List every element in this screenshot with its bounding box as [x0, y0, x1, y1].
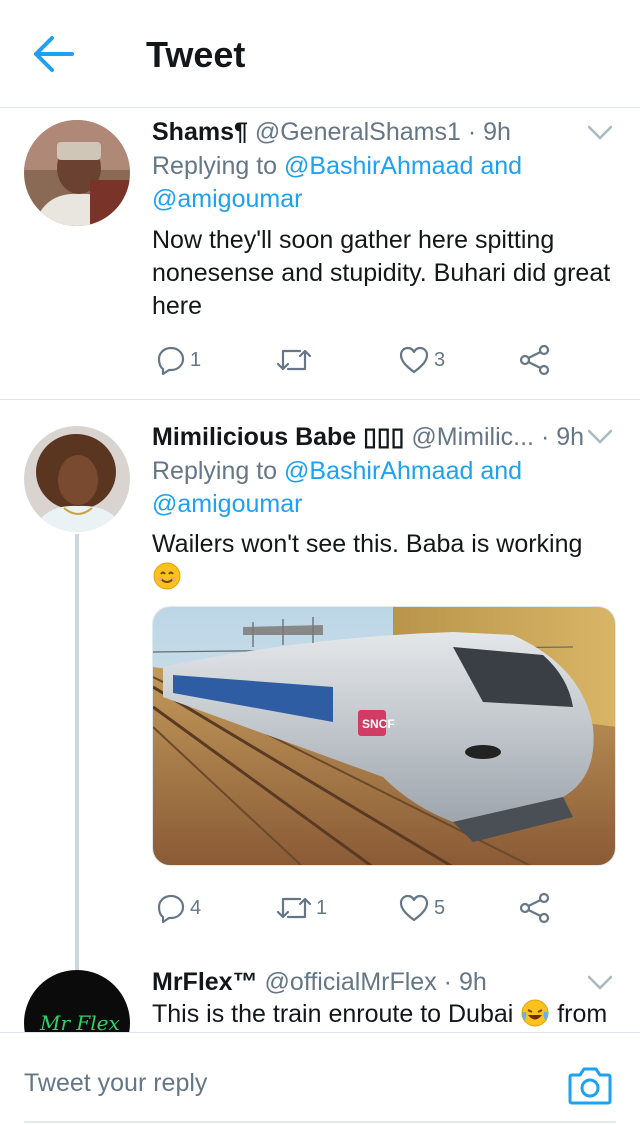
mention-link[interactable]: @amigoumar [152, 185, 302, 213]
display-name[interactable]: Mimilicious Babe ▯▯▯ [152, 423, 404, 451]
avatar[interactable]: Mr Flex [24, 970, 130, 1032]
tears-of-joy-emoji-icon [520, 998, 550, 1028]
replying-prefix: Replying to [152, 457, 285, 485]
display-name[interactable]: Shams¶ [152, 118, 248, 146]
reply-icon [157, 346, 185, 375]
avatar[interactable] [24, 120, 130, 226]
retweet-icon [276, 349, 312, 371]
top-bar: Tweet [0, 0, 640, 108]
user-handle[interactable]: @officialMrFlex [265, 968, 437, 996]
like-count: 3 [434, 348, 446, 371]
replying-prefix: Replying to [152, 152, 285, 180]
replying-to: Replying to @BashirAhmaad and @amigoumar [152, 150, 622, 216]
tweet-actions: 4 1 5 [152, 888, 572, 928]
tweet-media-image[interactable]: SNCF [152, 606, 616, 866]
share-icon [519, 344, 550, 376]
page-title: Tweet [146, 34, 246, 75]
heart-icon [399, 346, 429, 374]
reply-button[interactable]: 4 [156, 888, 201, 928]
thread-line [75, 534, 79, 970]
reply-input[interactable] [24, 1069, 524, 1098]
retweet-button[interactable] [276, 340, 316, 380]
replying-to: Replying to @BashirAhmaad and @amigoumar [152, 455, 622, 521]
tweet-header: MrFlex™ @officialMrFlex · 9h [152, 968, 487, 997]
tweet-header: Shams¶ @GeneralShams1 · 9h [152, 118, 511, 147]
tweet-text: Wailers won't see this. Baba is working [152, 528, 622, 594]
tweet-actions: 1 3 [152, 340, 572, 380]
avatar-logo-text: Mr Flex [39, 1011, 120, 1032]
tweet-text: Now they'll soon gather here spitting no… [152, 226, 611, 320]
tweet-mimilicious[interactable]: Mimilicious Babe ▯▯▯ @Mimilic... · 9h Re… [0, 400, 640, 970]
share-button[interactable] [518, 888, 552, 928]
tweet-text: This is the train enroute to Dubai from [152, 998, 622, 1031]
reply-button[interactable]: 1 [156, 340, 201, 380]
timestamp: 9h [483, 118, 511, 146]
share-button[interactable] [518, 340, 552, 380]
tweet-text-body: Wailers won't see this. Baba is working [152, 530, 583, 558]
retweet-count: 1 [316, 896, 328, 919]
mention-link[interactable]: @BashirAhmaad [284, 457, 473, 485]
timestamp: 9h [556, 423, 585, 451]
mention-link[interactable]: @amigoumar [152, 490, 302, 518]
separator-dot: · [540, 423, 550, 451]
chevron-down-icon[interactable] [586, 974, 614, 992]
smiling-face-emoji-icon [152, 561, 182, 591]
reply-count: 4 [190, 896, 202, 919]
like-button[interactable]: 5 [398, 888, 445, 928]
separator-dot: · [443, 968, 452, 996]
reply-composer [0, 1032, 640, 1125]
composer-divider [24, 1121, 616, 1123]
reply-count: 1 [190, 348, 202, 371]
separator-dot: · [467, 118, 477, 146]
tweet-text-body: This is the train enroute to Dubai [152, 1000, 521, 1028]
heart-icon [399, 894, 429, 922]
replying-and[interactable]: and [473, 152, 522, 180]
display-name[interactable]: MrFlex™ [152, 968, 258, 996]
tweet-mrflex[interactable]: Mr Flex MrFlex™ @officialMrFlex · 9h Thi… [0, 960, 640, 1032]
mention-link[interactable]: @BashirAhmaad [284, 152, 473, 180]
timestamp: 9h [458, 968, 487, 996]
tweet-shams[interactable]: Shams¶ @GeneralShams1 · 9h Replying to @… [0, 108, 640, 400]
retweet-button[interactable]: 1 [276, 888, 327, 928]
replying-and[interactable]: and [473, 457, 522, 485]
user-handle[interactable]: @GeneralShams1 [255, 118, 461, 146]
chevron-down-icon[interactable] [586, 428, 614, 446]
tweet-header: Mimilicious Babe ▯▯▯ @Mimilic... · 9h [152, 422, 584, 452]
avatar[interactable] [24, 426, 130, 532]
user-handle[interactable]: @Mimilic... [411, 423, 534, 451]
back-arrow-icon[interactable] [32, 34, 78, 74]
camera-icon[interactable] [568, 1065, 616, 1109]
share-icon [519, 892, 550, 924]
train-logo-text: SNCF [362, 717, 395, 731]
reply-icon [157, 894, 185, 923]
chevron-down-icon[interactable] [586, 124, 614, 142]
like-button[interactable]: 3 [398, 340, 445, 380]
retweet-icon [276, 897, 312, 919]
tweet-text-tail: from [550, 1000, 608, 1028]
like-count: 5 [434, 896, 446, 919]
